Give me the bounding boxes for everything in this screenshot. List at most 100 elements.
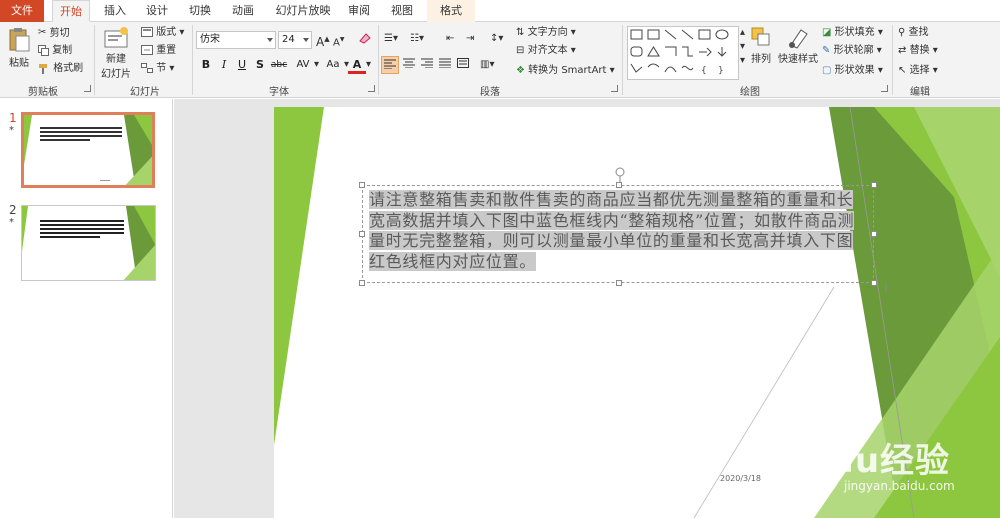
bullets-icon[interactable]: ☰▾	[384, 32, 398, 46]
resize-handle[interactable]	[616, 182, 622, 188]
tab-design[interactable]: 设计	[138, 0, 176, 22]
slides-group-label: 幻灯片	[130, 87, 160, 98]
resize-handle[interactable]	[871, 231, 877, 237]
tab-transitions[interactable]: 切换	[181, 0, 219, 22]
reset-icon	[141, 45, 153, 55]
char-spacing-button[interactable]: AV	[292, 56, 314, 74]
slide-body-text[interactable]: 请注意整箱售卖和散件售卖的商品应当都优先测量整箱的重量和长宽高数据并填入下图中蓝…	[369, 190, 863, 272]
chevron-down-icon[interactable]: ▾	[366, 58, 371, 72]
tab-slideshow[interactable]: 幻灯片放映	[272, 0, 334, 22]
font-size-combo[interactable]: 24	[278, 31, 312, 49]
new-slide-icon	[104, 27, 128, 48]
quick-styles-button[interactable]: 快速样式	[778, 26, 818, 65]
bold-button[interactable]: B	[197, 56, 215, 74]
justify-icon	[439, 58, 451, 69]
align-right-button[interactable]	[418, 56, 436, 74]
section-icon	[141, 63, 153, 73]
underline-button[interactable]: U	[233, 56, 251, 74]
format-painter-button[interactable]: 格式刷	[38, 62, 83, 76]
align-left-button[interactable]	[381, 56, 399, 74]
paragraph-launcher-icon[interactable]	[611, 85, 618, 92]
align-right-icon	[421, 58, 433, 69]
new-slide-label-2: 幻灯片	[101, 69, 131, 80]
tab-home[interactable]: 开始	[52, 0, 90, 22]
justify-button[interactable]	[436, 56, 454, 74]
quick-styles-label: 快速样式	[778, 54, 818, 65]
text-placeholder[interactable]: 请注意整箱售卖和散件售卖的商品应当都优先测量整箱的重量和长宽高数据并填入下图中蓝…	[359, 182, 877, 286]
font-launcher-icon[interactable]	[368, 85, 375, 92]
reset-button[interactable]: 重置	[141, 44, 176, 58]
shape-fill-button[interactable]: ◪ 形状填充 ▾	[822, 26, 883, 40]
shrink-font-icon[interactable]: A▼	[333, 33, 344, 50]
text-direction-icon: ⇅	[516, 27, 525, 38]
selected-text: 请注意整箱售卖和散件售卖的商品应当都优先测量整箱的重量和长宽高数据并填入下图中蓝…	[369, 190, 855, 271]
drawing-launcher-icon[interactable]	[881, 85, 888, 92]
shape-outline-button[interactable]: ✎ 形状轮廓 ▾	[822, 44, 882, 58]
slide-editor-canvas[interactable]: 请注意整箱售卖和散件售卖的商品应当都优先测量整箱的重量和长宽高数据并填入下图中蓝…	[174, 99, 1000, 518]
copy-button[interactable]: 复制	[38, 44, 72, 58]
slide-thumbnail-1[interactable]	[21, 112, 155, 188]
select-button[interactable]: ↖ 选择 ▾	[898, 64, 938, 78]
tab-insert[interactable]: 插入	[96, 0, 134, 22]
shape-effects-button[interactable]: ▢ 形状效果 ▾	[822, 64, 883, 78]
tab-view[interactable]: 视图	[383, 0, 421, 22]
clipboard-launcher-icon[interactable]	[84, 85, 91, 92]
resize-handle[interactable]	[871, 182, 877, 188]
clear-formatting-icon[interactable]	[358, 32, 372, 46]
find-button[interactable]: ⚲ 查找	[898, 26, 929, 40]
text-direction-button[interactable]: ⇅ 文字方向 ▾	[516, 26, 576, 40]
decrease-indent-icon[interactable]: ⇤	[446, 32, 454, 46]
slide-thumbnail-2[interactable]	[21, 205, 156, 281]
copy-label: 复制	[52, 45, 73, 56]
arrange-button[interactable]: 排列	[748, 26, 774, 65]
resize-handle[interactable]	[871, 280, 877, 286]
slide[interactable]: 请注意整箱售卖和散件售卖的商品应当都优先测量整箱的重量和长宽高数据并填入下图中蓝…	[274, 107, 1000, 518]
numbering-icon[interactable]: ☷▾	[410, 32, 424, 46]
resize-handle[interactable]	[616, 280, 622, 286]
tab-review[interactable]: 审阅	[340, 0, 378, 22]
align-center-button[interactable]	[400, 56, 418, 74]
strikethrough-button[interactable]: abc	[268, 56, 290, 74]
shadow-button[interactable]: S	[251, 56, 269, 74]
grow-font-icon[interactable]: A▲	[316, 32, 330, 49]
smartart-icon: ❖	[516, 65, 525, 76]
chevron-down-icon[interactable]: ▾	[314, 58, 319, 72]
cut-button[interactable]: ✂ 剪切	[38, 26, 70, 41]
new-slide-button[interactable]: 新建 幻灯片	[98, 26, 134, 80]
resize-handle[interactable]	[359, 280, 365, 286]
resize-handle[interactable]	[359, 182, 365, 188]
animation-marker: *	[9, 217, 14, 228]
paste-button[interactable]: 粘贴	[4, 26, 34, 69]
columns-icon[interactable]: ▥▾	[480, 58, 494, 72]
section-button[interactable]: 节 ▾	[141, 62, 174, 76]
shape-outline-label: 形状轮廓	[833, 45, 874, 56]
shapes-gallery[interactable]: {}	[627, 26, 739, 80]
watermark-logo: Baidu经验	[766, 441, 951, 481]
tab-animations[interactable]: 动画	[224, 0, 262, 22]
align-text-button[interactable]: ⊟ 对齐文本 ▾	[516, 44, 576, 58]
italic-button[interactable]: I	[215, 56, 233, 74]
quick-styles-icon	[789, 29, 808, 49]
shape-effects-label: 形状效果	[834, 65, 875, 76]
svg-text:{: {	[701, 66, 707, 76]
align-center-icon	[403, 58, 415, 69]
change-case-button[interactable]: Aa	[322, 56, 344, 74]
group-separator	[892, 25, 893, 95]
align-text-icon: ⊟	[516, 45, 525, 56]
paint-bucket-icon: ◪	[822, 27, 832, 38]
font-name-combo[interactable]: 仿宋	[196, 31, 276, 49]
layout-button[interactable]: 版式 ▾	[141, 26, 184, 40]
tab-format[interactable]: 格式	[427, 0, 475, 22]
resize-handle[interactable]	[359, 231, 365, 237]
line-spacing-icon[interactable]: ↕▾	[490, 32, 503, 46]
convert-smartart-button[interactable]: ❖ 转换为 SmartArt ▾	[516, 64, 615, 78]
replace-button[interactable]: ⇄ 替换 ▾	[898, 44, 938, 58]
font-color-button[interactable]: A	[348, 56, 366, 74]
section-label: 节	[156, 63, 167, 74]
gallery-scroll-icon[interactable]: ▴ ▾ ▾	[740, 26, 745, 68]
tab-file[interactable]: 文件	[0, 0, 44, 22]
copy-icon	[38, 44, 49, 56]
increase-indent-icon[interactable]: ⇥	[466, 32, 474, 46]
distribute-button[interactable]	[454, 56, 472, 74]
slide-date: 2020/3/18	[720, 474, 762, 483]
